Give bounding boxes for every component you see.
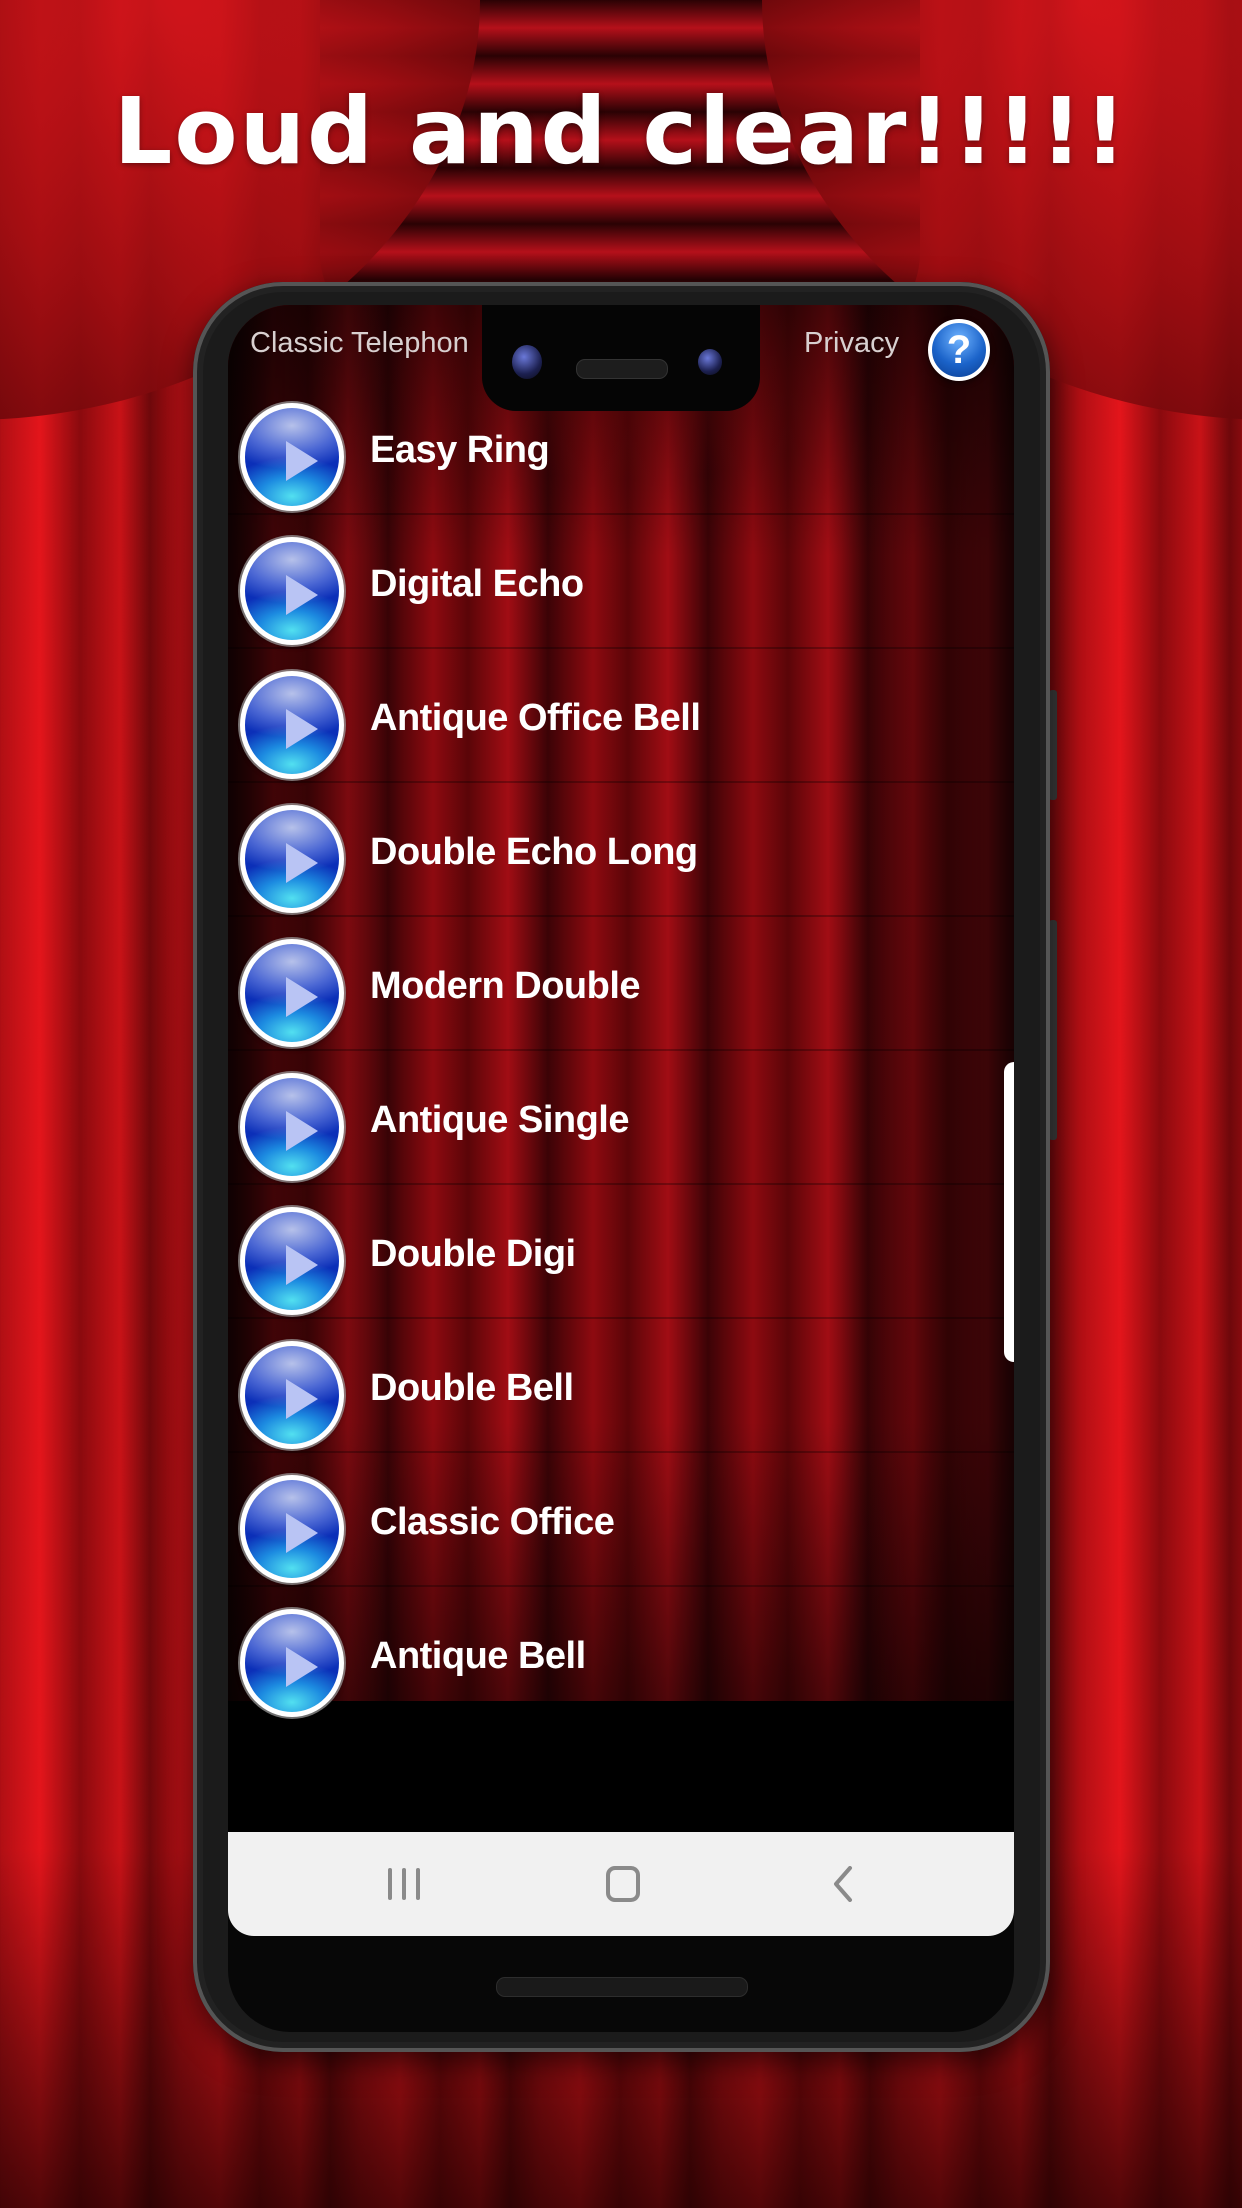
scrollbar[interactable] bbox=[1004, 1062, 1014, 1362]
ringtone-row[interactable]: Antique Single bbox=[228, 1051, 1014, 1185]
empty-area bbox=[228, 1701, 1014, 1832]
play-icon bbox=[286, 575, 318, 615]
ringtone-label: Antique Office Bell bbox=[370, 697, 701, 739]
play-icon bbox=[286, 441, 318, 481]
ringtone-label: Modern Double bbox=[370, 965, 641, 1007]
front-camera-icon bbox=[512, 345, 542, 379]
promo-headline: Loud and clear!!!!! bbox=[113, 78, 1129, 185]
ringtone-row[interactable]: Modern Double bbox=[228, 917, 1014, 1051]
play-button[interactable] bbox=[240, 671, 344, 779]
play-icon bbox=[286, 843, 318, 883]
ringtone-label: Easy Ring bbox=[370, 429, 550, 471]
recents-icon bbox=[388, 1868, 392, 1900]
play-button[interactable] bbox=[240, 939, 344, 1047]
help-button[interactable]: ? bbox=[928, 319, 990, 381]
ringtone-row[interactable]: Antique Office Bell bbox=[228, 649, 1014, 783]
ringtone-row[interactable]: Double Bell bbox=[228, 1319, 1014, 1453]
play-button[interactable] bbox=[240, 1073, 344, 1181]
ringtone-row[interactable]: Double Echo Long bbox=[228, 783, 1014, 917]
play-button[interactable] bbox=[240, 1341, 344, 1449]
play-icon bbox=[286, 1513, 318, 1553]
front-sensor-icon bbox=[698, 349, 722, 375]
earpiece-speaker bbox=[576, 359, 668, 379]
recents-icon-bar bbox=[416, 1868, 420, 1900]
system-nav-bar bbox=[228, 1832, 1014, 1936]
app-content: Classic Telephon Privacy ? Easy Ring Dig… bbox=[228, 305, 1014, 1717]
play-icon bbox=[286, 1379, 318, 1419]
ringtone-label: Double Echo Long bbox=[370, 831, 698, 873]
play-icon bbox=[286, 1647, 318, 1687]
play-button[interactable] bbox=[240, 1609, 344, 1717]
ringtone-list: Easy Ring Digital Echo Antique Office Be… bbox=[228, 381, 1014, 1719]
play-button[interactable] bbox=[240, 1475, 344, 1583]
app-title: Classic Telephon bbox=[250, 327, 469, 359]
phone-power-button bbox=[1049, 920, 1057, 1140]
ringtone-label: Classic Office bbox=[370, 1501, 615, 1543]
play-icon bbox=[286, 709, 318, 749]
ringtone-label: Antique Bell bbox=[370, 1635, 586, 1677]
back-button[interactable] bbox=[832, 1866, 856, 1902]
ringtone-row[interactable]: Classic Office bbox=[228, 1453, 1014, 1587]
play-icon bbox=[286, 1111, 318, 1151]
play-button[interactable] bbox=[240, 1207, 344, 1315]
play-icon bbox=[286, 977, 318, 1017]
back-icon bbox=[834, 1866, 852, 1902]
ringtone-label: Double Bell bbox=[370, 1367, 574, 1409]
recents-button[interactable] bbox=[388, 1866, 424, 1902]
ringtone-label: Digital Echo bbox=[370, 563, 584, 605]
recents-icon-bar bbox=[402, 1868, 406, 1900]
ringtone-label: Antique Single bbox=[370, 1099, 630, 1141]
ringtone-label: Double Digi bbox=[370, 1233, 576, 1275]
ringtone-row[interactable]: Antique Bell bbox=[228, 1587, 1014, 1719]
home-button[interactable] bbox=[606, 1866, 640, 1902]
ringtone-row[interactable]: Digital Echo bbox=[228, 515, 1014, 649]
bottom-speaker bbox=[496, 1977, 748, 1997]
privacy-link[interactable]: Privacy bbox=[804, 327, 899, 360]
phone-volume-button bbox=[1049, 690, 1057, 800]
camera-notch bbox=[482, 305, 760, 411]
play-button[interactable] bbox=[240, 805, 344, 913]
ringtone-row[interactable]: Double Digi bbox=[228, 1185, 1014, 1319]
phone-screen: Classic Telephon Privacy ? Easy Ring Dig… bbox=[228, 305, 1014, 2032]
play-button[interactable] bbox=[240, 537, 344, 645]
question-mark-icon: ? bbox=[946, 328, 972, 372]
play-icon bbox=[286, 1245, 318, 1285]
play-button[interactable] bbox=[240, 403, 344, 511]
